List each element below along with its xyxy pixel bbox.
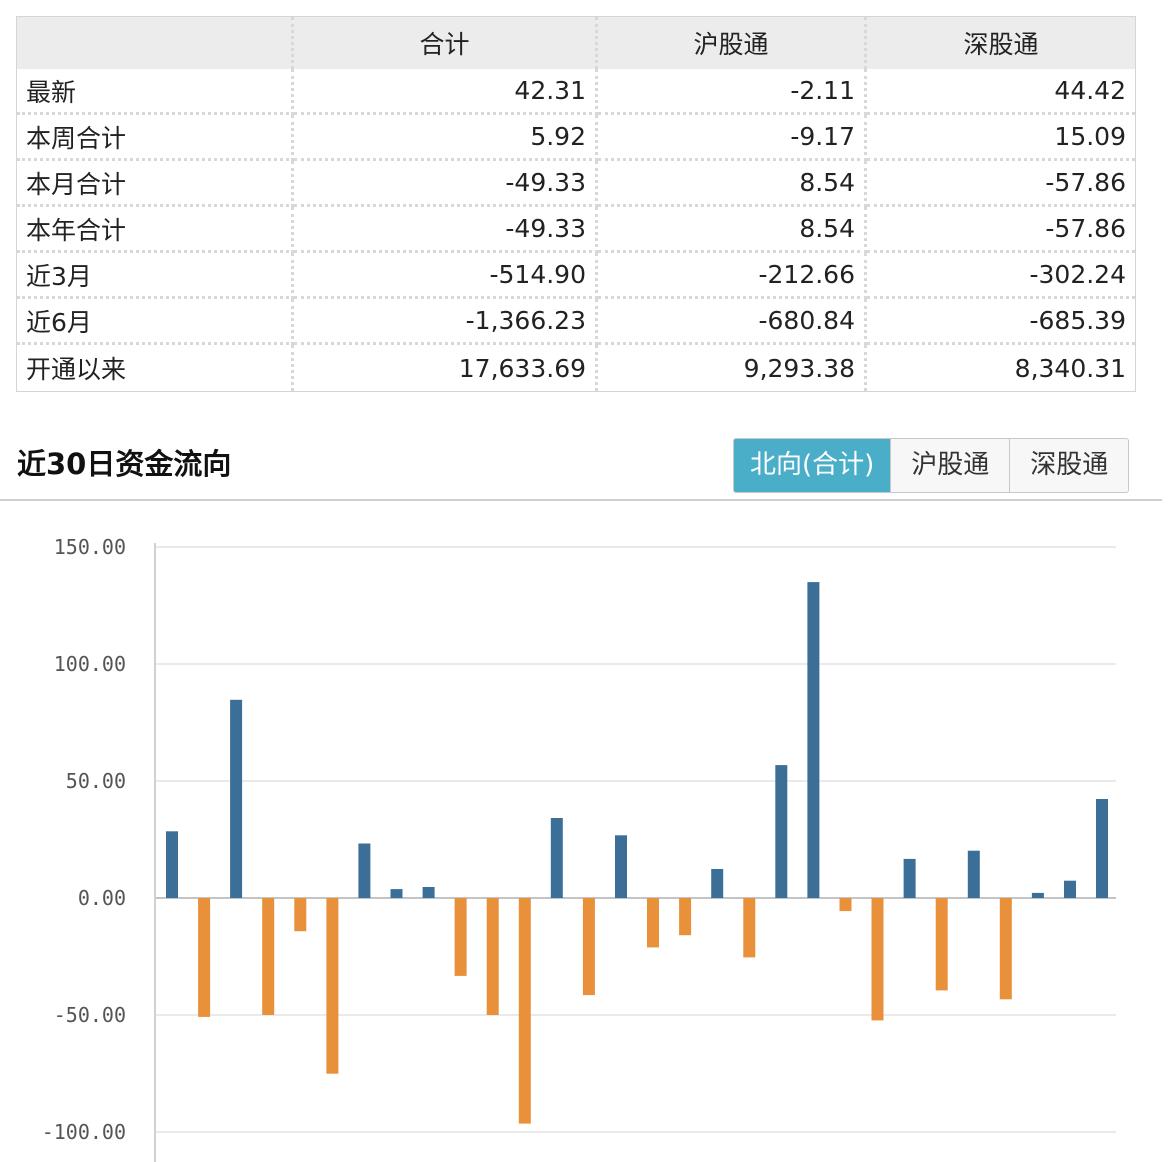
shenzhen-cell: -685.39 xyxy=(867,299,1135,345)
table-row: 最新 42.31 -2.11 44.42 xyxy=(17,69,1135,115)
flow-bar[interactable] xyxy=(518,898,531,1124)
shanghai-cell: 9,293.38 xyxy=(598,345,867,391)
shenzhen-cell: 15.09 xyxy=(867,115,1135,161)
row-label: 本年合计 xyxy=(17,207,294,253)
total-cell: -49.33 xyxy=(294,161,598,207)
shanghai-cell: -9.17 xyxy=(598,115,867,161)
total-cell: 17,633.69 xyxy=(294,345,598,391)
flow-bar[interactable] xyxy=(1031,892,1044,898)
fund-flow-chart: 150.00 100.00 50.00 0.00 -50.00 -100.00 xyxy=(42,535,1116,1162)
shanghai-cell: -2.11 xyxy=(598,69,867,115)
flow-bar[interactable] xyxy=(262,898,275,1015)
header-shanghai-connect: 沪股通 xyxy=(598,17,867,69)
total-cell: -514.90 xyxy=(294,253,598,299)
flow-bar[interactable] xyxy=(967,850,980,898)
flow-bar[interactable] xyxy=(1064,880,1076,898)
flow-bar[interactable] xyxy=(582,898,595,996)
flow-bar[interactable] xyxy=(903,858,916,898)
flow-bar[interactable] xyxy=(486,898,499,1015)
total-cell: 42.31 xyxy=(294,69,598,115)
flow-bar[interactable] xyxy=(871,898,884,1021)
total-cell: -1,366.23 xyxy=(294,299,598,345)
summary-table: 合计 沪股通 深股通 最新 42.31 -2.11 44.42 本周合计 5.9… xyxy=(16,16,1136,392)
shenzhen-cell: -57.86 xyxy=(867,161,1135,207)
flow-bar[interactable] xyxy=(454,898,467,976)
y-tick-label: 150.00 xyxy=(54,535,126,559)
y-tick-label: 0.00 xyxy=(78,886,126,910)
flow-bar[interactable] xyxy=(358,843,371,899)
flow-bar[interactable] xyxy=(326,898,339,1074)
total-cell: 5.92 xyxy=(294,115,598,161)
flow-bar[interactable] xyxy=(615,835,627,898)
y-tick-label: -100.00 xyxy=(42,1120,126,1144)
section-title: 近30日资金流向 xyxy=(17,447,232,481)
shanghai-cell: -212.66 xyxy=(598,253,867,299)
header-empty xyxy=(17,17,294,69)
flow-bar[interactable] xyxy=(647,898,659,948)
flow-bar[interactable] xyxy=(230,699,243,898)
row-label: 最新 xyxy=(17,69,294,115)
header-total: 合计 xyxy=(294,17,598,69)
row-label: 本周合计 xyxy=(17,115,294,161)
shanghai-cell: 8.54 xyxy=(598,161,867,207)
table-row: 本周合计 5.92 -9.17 15.09 xyxy=(17,115,1135,161)
row-label: 本月合计 xyxy=(17,161,294,207)
row-label: 近6月 xyxy=(17,299,294,345)
shenzhen-cell: 8,340.31 xyxy=(1014,353,1126,383)
flow-bar[interactable] xyxy=(775,765,788,898)
total-cell: -49.33 xyxy=(294,207,598,253)
market-tabs: 北向(合计) 沪股通 深股通 xyxy=(733,438,1130,493)
y-tick-label: 50.00 xyxy=(66,769,126,793)
shenzhen-cell: -57.86 xyxy=(867,207,1135,253)
tab-shanghai-connect[interactable]: 沪股通 xyxy=(890,439,1010,492)
table-row: 本月合计 -49.33 8.54 -57.86 xyxy=(17,161,1135,207)
flow-bar[interactable] xyxy=(807,582,820,898)
tab-shenzhen-connect[interactable]: 深股通 xyxy=(1009,439,1129,492)
flow-bar[interactable] xyxy=(166,831,178,898)
row-label: 开通以来 xyxy=(17,345,294,391)
flow-bar[interactable] xyxy=(839,898,852,912)
flow-bar[interactable] xyxy=(679,898,692,936)
flow-bar[interactable] xyxy=(711,869,724,898)
flow-bar[interactable] xyxy=(198,898,211,1017)
shenzhen-cell: -302.24 xyxy=(867,253,1135,299)
flow-bar[interactable] xyxy=(422,887,435,898)
table-row: 近3月 -514.90 -212.66 -302.24 xyxy=(17,253,1135,299)
tab-northbound-total[interactable]: 北向(合计) xyxy=(734,439,891,492)
y-tick-label: -50.00 xyxy=(54,1003,126,1027)
flow-bar[interactable] xyxy=(1096,799,1108,898)
table-row: 开通以来 17,633.69 9,293.38 8,340.31 xyxy=(17,345,1135,391)
flow-bar[interactable] xyxy=(999,898,1012,1000)
flow-bar[interactable] xyxy=(390,889,403,898)
table-header-row: 合计 沪股通 深股通 xyxy=(17,17,1135,69)
shanghai-cell: -680.84 xyxy=(598,299,867,345)
table-row: 本年合计 -49.33 8.54 -57.86 xyxy=(17,207,1135,253)
shanghai-cell: 8.54 xyxy=(598,207,867,253)
flow-bar[interactable] xyxy=(935,898,948,991)
flow-bar[interactable] xyxy=(743,898,756,958)
header-shenzhen-connect: 深股通 xyxy=(867,17,1135,69)
shenzhen-cell: 44.42 xyxy=(867,69,1135,115)
y-tick-label: 100.00 xyxy=(54,652,126,676)
flow-bar[interactable] xyxy=(294,898,307,932)
row-label: 近3月 xyxy=(17,253,294,299)
flow-bar[interactable] xyxy=(550,818,563,898)
table-row: 近6月 -1,366.23 -680.84 -685.39 xyxy=(17,299,1135,345)
